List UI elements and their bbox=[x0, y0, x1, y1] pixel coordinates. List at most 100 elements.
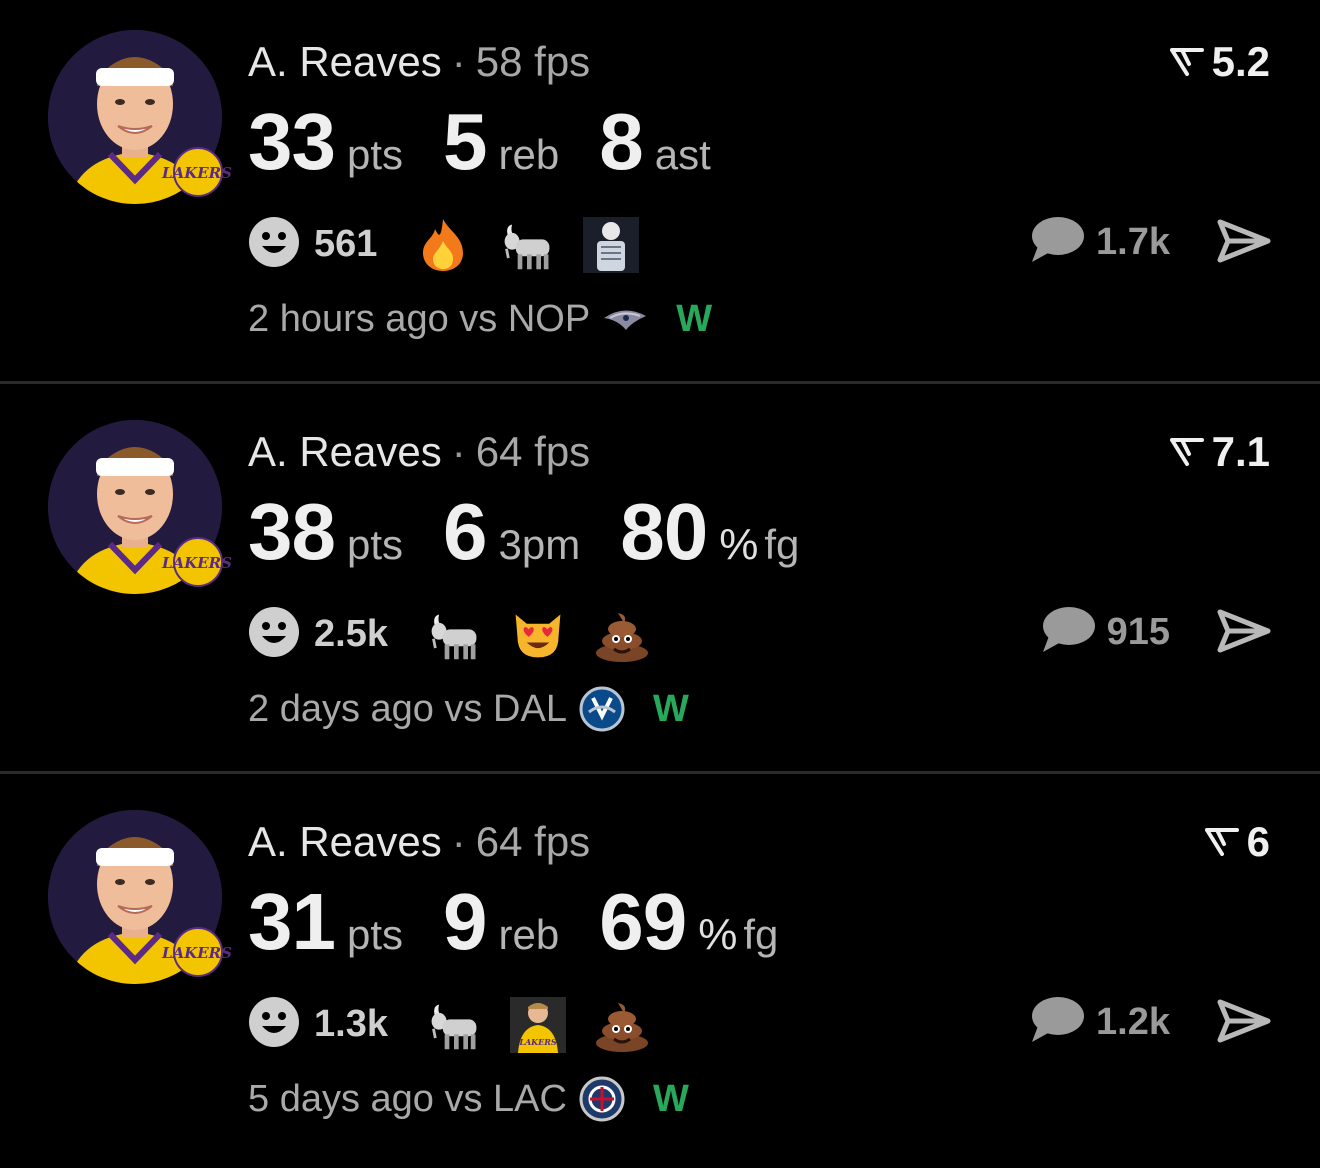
smiley-react-icon[interactable] bbox=[248, 216, 300, 273]
stat-unit: 3pm bbox=[499, 521, 581, 569]
rating-filter-icon bbox=[1169, 38, 1204, 86]
reactions-row: 1.3k LAKERS bbox=[248, 996, 678, 1053]
stat-unit: pts bbox=[347, 521, 403, 569]
opponent: vs DAL bbox=[444, 687, 567, 730]
post-card[interactable]: LAKERS A. Reaves · 64 fps 6 31 pts 9 reb 6… bbox=[0, 780, 1320, 1168]
heart-eyes-cat-emoji[interactable] bbox=[510, 607, 566, 663]
stat-value: 80 bbox=[620, 487, 708, 576]
mavericks-logo bbox=[579, 686, 625, 732]
game-meta: 2 days ago vs DAL W bbox=[248, 686, 689, 732]
send-icon bbox=[1216, 609, 1272, 660]
stat-unit: % fg bbox=[719, 520, 799, 570]
svg-text:LAKERS: LAKERS bbox=[161, 944, 232, 962]
comments-button[interactable]: 1.7k bbox=[1028, 216, 1170, 269]
stat-unit-label: pts bbox=[346, 911, 404, 958]
comment-icon bbox=[1028, 216, 1085, 269]
stat-0: 33 pts bbox=[248, 96, 403, 188]
stat-0: 31 pts bbox=[248, 876, 403, 968]
game-meta: 2 hours ago vs NOP W bbox=[248, 296, 712, 342]
poop-emoji[interactable] bbox=[594, 997, 650, 1053]
comments-button[interactable]: 1.2k bbox=[1028, 996, 1170, 1049]
stat-unit: reb bbox=[499, 131, 560, 179]
svg-text:LAKERS: LAKERS bbox=[161, 554, 232, 572]
lakers-team-logo: LAKERS bbox=[160, 142, 234, 200]
comment-icon bbox=[1039, 606, 1095, 659]
time-ago: 5 days ago bbox=[248, 1077, 434, 1120]
reaction-count: 2.5k bbox=[314, 613, 388, 655]
stat-unit: pts bbox=[347, 131, 403, 179]
game-result: W bbox=[652, 687, 689, 730]
rating-filter-icon bbox=[1169, 428, 1204, 476]
clippers-logo bbox=[579, 1076, 625, 1122]
stat-unit-label: reb bbox=[498, 911, 560, 958]
fps-score: 58 fps bbox=[475, 38, 591, 85]
fps-score: 64 fps bbox=[475, 818, 591, 865]
stat-unit: % fg bbox=[698, 910, 778, 960]
game-result: W bbox=[676, 297, 713, 340]
time-ago: 2 days ago bbox=[248, 687, 434, 730]
xray-player-sticker[interactable] bbox=[583, 216, 640, 273]
stat-value: 69 bbox=[599, 877, 687, 966]
fire-emoji[interactable] bbox=[415, 217, 471, 273]
reactions-row: 561 bbox=[248, 216, 667, 273]
share-button[interactable] bbox=[1216, 606, 1272, 661]
player-name: A. Reaves bbox=[248, 818, 442, 865]
stat-value: 8 bbox=[599, 97, 643, 186]
goat-emoji[interactable] bbox=[499, 217, 555, 273]
reaction-count: 561 bbox=[314, 223, 378, 265]
goat-emoji[interactable] bbox=[426, 997, 482, 1053]
lakers-team-logo: LAKERS bbox=[160, 922, 234, 980]
rating-value: 6 bbox=[1246, 818, 1270, 865]
post-title[interactable]: A. Reaves · 64 fps bbox=[248, 428, 590, 476]
reactions-row: 2.5k bbox=[248, 606, 678, 663]
stat-line: 31 pts 9 reb 69 % fg bbox=[248, 876, 818, 968]
post-card[interactable]: LAKERS A. Reaves · 58 fps 5.2 33 pts 5 reb… bbox=[0, 0, 1320, 388]
lakers-player-sticker[interactable]: LAKERS bbox=[509, 996, 566, 1053]
rating-value: 7.1 bbox=[1211, 428, 1270, 475]
svg-text:LAKERS: LAKERS bbox=[161, 164, 232, 182]
send-icon bbox=[1216, 999, 1272, 1050]
rating: 6 bbox=[1204, 818, 1270, 866]
stat-1: 5 reb bbox=[443, 96, 559, 188]
rating: 5.2 bbox=[1169, 38, 1270, 86]
stat-value: 31 bbox=[248, 877, 336, 966]
reaction-count: 1.3k bbox=[314, 1003, 388, 1045]
stat-unit: pts bbox=[347, 911, 403, 959]
stat-1: 6 3pm bbox=[443, 486, 580, 578]
comments-button[interactable]: 915 bbox=[1039, 606, 1170, 659]
player-name: A. Reaves bbox=[248, 428, 442, 475]
stat-line: 38 pts 6 3pm 80 % fg bbox=[248, 486, 839, 578]
lakers-team-logo: LAKERS bbox=[160, 532, 234, 590]
rating-filter-icon bbox=[1204, 818, 1239, 866]
post-divider bbox=[0, 381, 1320, 384]
poop-emoji[interactable] bbox=[594, 607, 650, 663]
share-button[interactable] bbox=[1216, 996, 1272, 1051]
smiley-react-icon[interactable] bbox=[248, 606, 300, 663]
stat-value: 5 bbox=[443, 97, 487, 186]
stat-unit-label: fg bbox=[764, 521, 800, 568]
player-name: A. Reaves bbox=[248, 38, 442, 85]
stat-unit-label: pts bbox=[346, 131, 404, 178]
stat-unit: ast bbox=[655, 131, 711, 179]
title-separator: · bbox=[451, 38, 466, 85]
post-divider bbox=[0, 771, 1320, 774]
stat-unit-label: pts bbox=[346, 521, 404, 568]
post-title[interactable]: A. Reaves · 64 fps bbox=[248, 818, 590, 866]
comment-count: 915 bbox=[1106, 611, 1170, 653]
stat-0: 38 pts bbox=[248, 486, 403, 578]
share-button[interactable] bbox=[1216, 216, 1272, 271]
post-title[interactable]: A. Reaves · 58 fps bbox=[248, 38, 590, 86]
rating-value: 5.2 bbox=[1211, 38, 1270, 85]
game-result: W bbox=[652, 1077, 689, 1120]
stat-unit-label: 3pm bbox=[498, 521, 581, 568]
rating: 7.1 bbox=[1169, 428, 1270, 476]
game-meta: 5 days ago vs LAC W bbox=[248, 1076, 689, 1122]
goat-emoji[interactable] bbox=[426, 607, 482, 663]
stat-value: 6 bbox=[443, 487, 487, 576]
stat-unit-label: ast bbox=[654, 131, 711, 178]
post-card[interactable]: LAKERS A. Reaves · 64 fps 7.1 38 pts 6 3pm… bbox=[0, 390, 1320, 778]
stat-unit: reb bbox=[499, 911, 560, 959]
stat-2: 80 % fg bbox=[620, 486, 799, 578]
smiley-react-icon[interactable] bbox=[248, 996, 300, 1053]
stat-line: 33 pts 5 reb 8 ast bbox=[248, 96, 751, 188]
